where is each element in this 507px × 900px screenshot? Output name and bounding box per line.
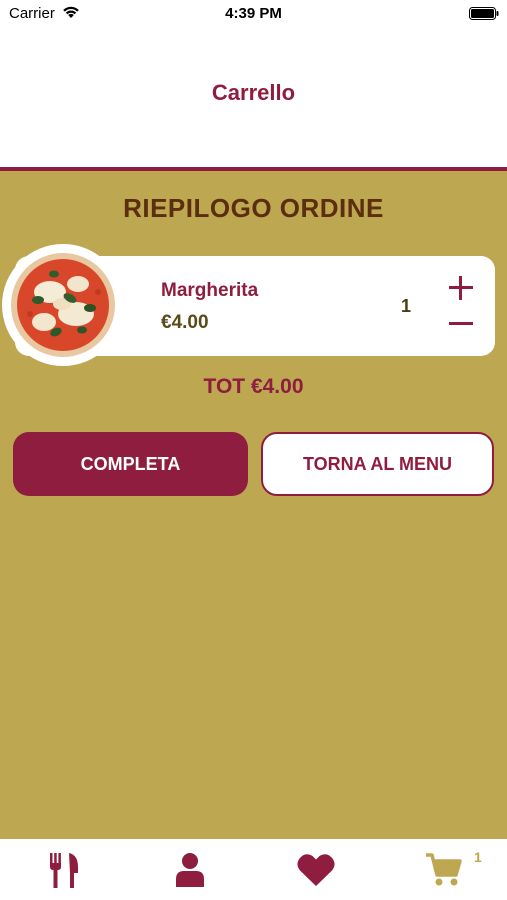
clock: 4:39 PM <box>225 5 282 22</box>
pizza-image <box>2 244 124 366</box>
increase-quantity-button[interactable] <box>447 274 475 302</box>
tab-bar: 1 <box>0 839 507 900</box>
status-bar: Carrier 4:39 PM <box>0 0 507 28</box>
cart-content: RIEPILOGO ORDINE Margherita €4.00 1 TOT … <box>0 171 507 839</box>
tab-cart[interactable] <box>378 839 504 900</box>
tab-profile[interactable] <box>126 839 252 900</box>
decrease-quantity-button[interactable] <box>447 310 475 338</box>
order-total: TOT €4.00 <box>203 375 304 398</box>
user-icon <box>176 853 204 887</box>
navigation-header: Carrello <box>0 28 507 167</box>
order-summary-title: RIEPILOGO ORDINE <box>123 193 384 223</box>
item-price: €4.00 <box>161 312 209 333</box>
back-to-menu-button[interactable]: TORNA AL MENU <box>261 432 494 496</box>
fork-knife-icon <box>50 853 78 888</box>
item-name: Margherita <box>161 280 259 301</box>
page-title: Carrello <box>211 80 296 105</box>
minus-icon <box>449 322 473 325</box>
cart-badge: 1 <box>474 849 482 865</box>
complete-order-button[interactable]: COMPLETA <box>13 432 248 496</box>
item-quantity: 1 <box>401 296 412 316</box>
tab-favorites[interactable] <box>252 839 378 900</box>
heart-icon <box>297 854 335 886</box>
tab-menu[interactable] <box>0 839 126 900</box>
cart-icon <box>426 853 462 886</box>
battery-icon <box>469 7 499 20</box>
